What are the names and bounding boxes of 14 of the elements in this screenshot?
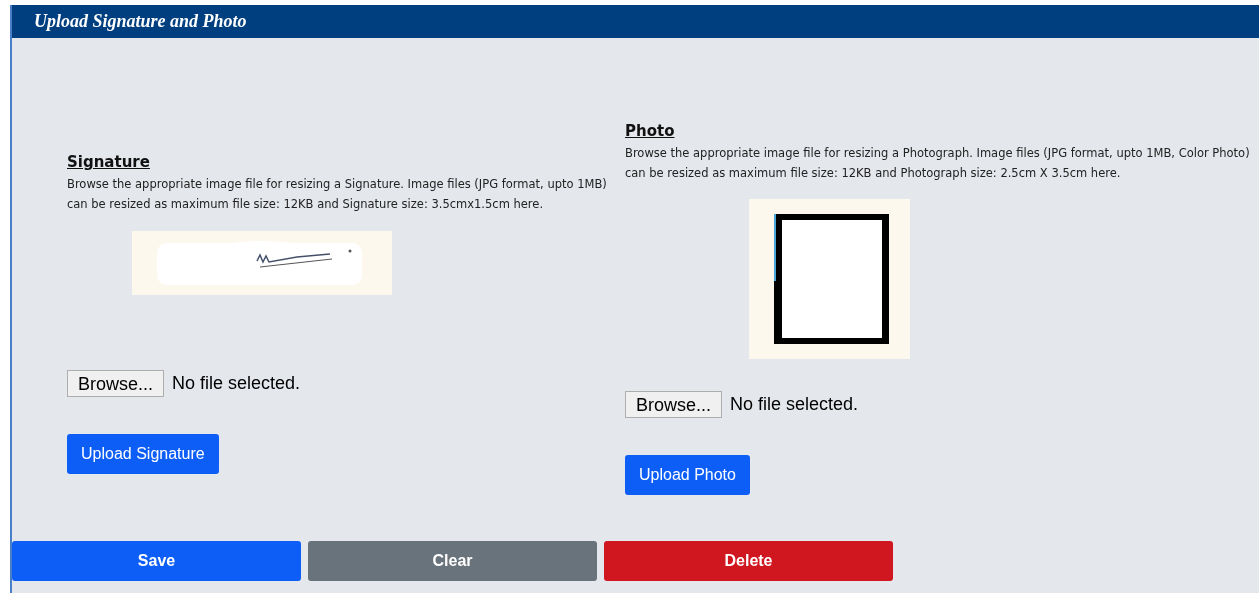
upload-button[interactable]: Upload Photo (625, 455, 750, 495)
upload-button[interactable]: Upload Signature (67, 434, 219, 474)
section-heading: Signature (67, 152, 151, 172)
action-button[interactable]: Save (12, 541, 301, 581)
file-status: No file selected. (172, 372, 301, 395)
action-button[interactable]: Delete (604, 541, 893, 581)
action-button[interactable]: Clear (308, 541, 597, 581)
panel-title: Upload Signature and Photo (34, 10, 247, 33)
section-heading: Photo (625, 121, 676, 141)
section-description: Browse the appropriate image file for resizing a Signature. Image files (JPG format, upto 1MB) can be resized as maximum file size: 12KB and Signature size: 3.5cmx1.5cm here. (67, 176, 608, 213)
section-description: Browse the appropriate image file for resizing a Photograph. Image files (JPG format, upto 1MB, Color Photo) can be resized as maximum file size: 12KB and Photograph size: 2.5cm X 3.5cm here. (625, 145, 1251, 182)
file-status: No file selected. (730, 393, 859, 416)
browse-button[interactable]: Browse... (625, 391, 723, 418)
browse-button[interactable]: Browse... (67, 370, 165, 397)
